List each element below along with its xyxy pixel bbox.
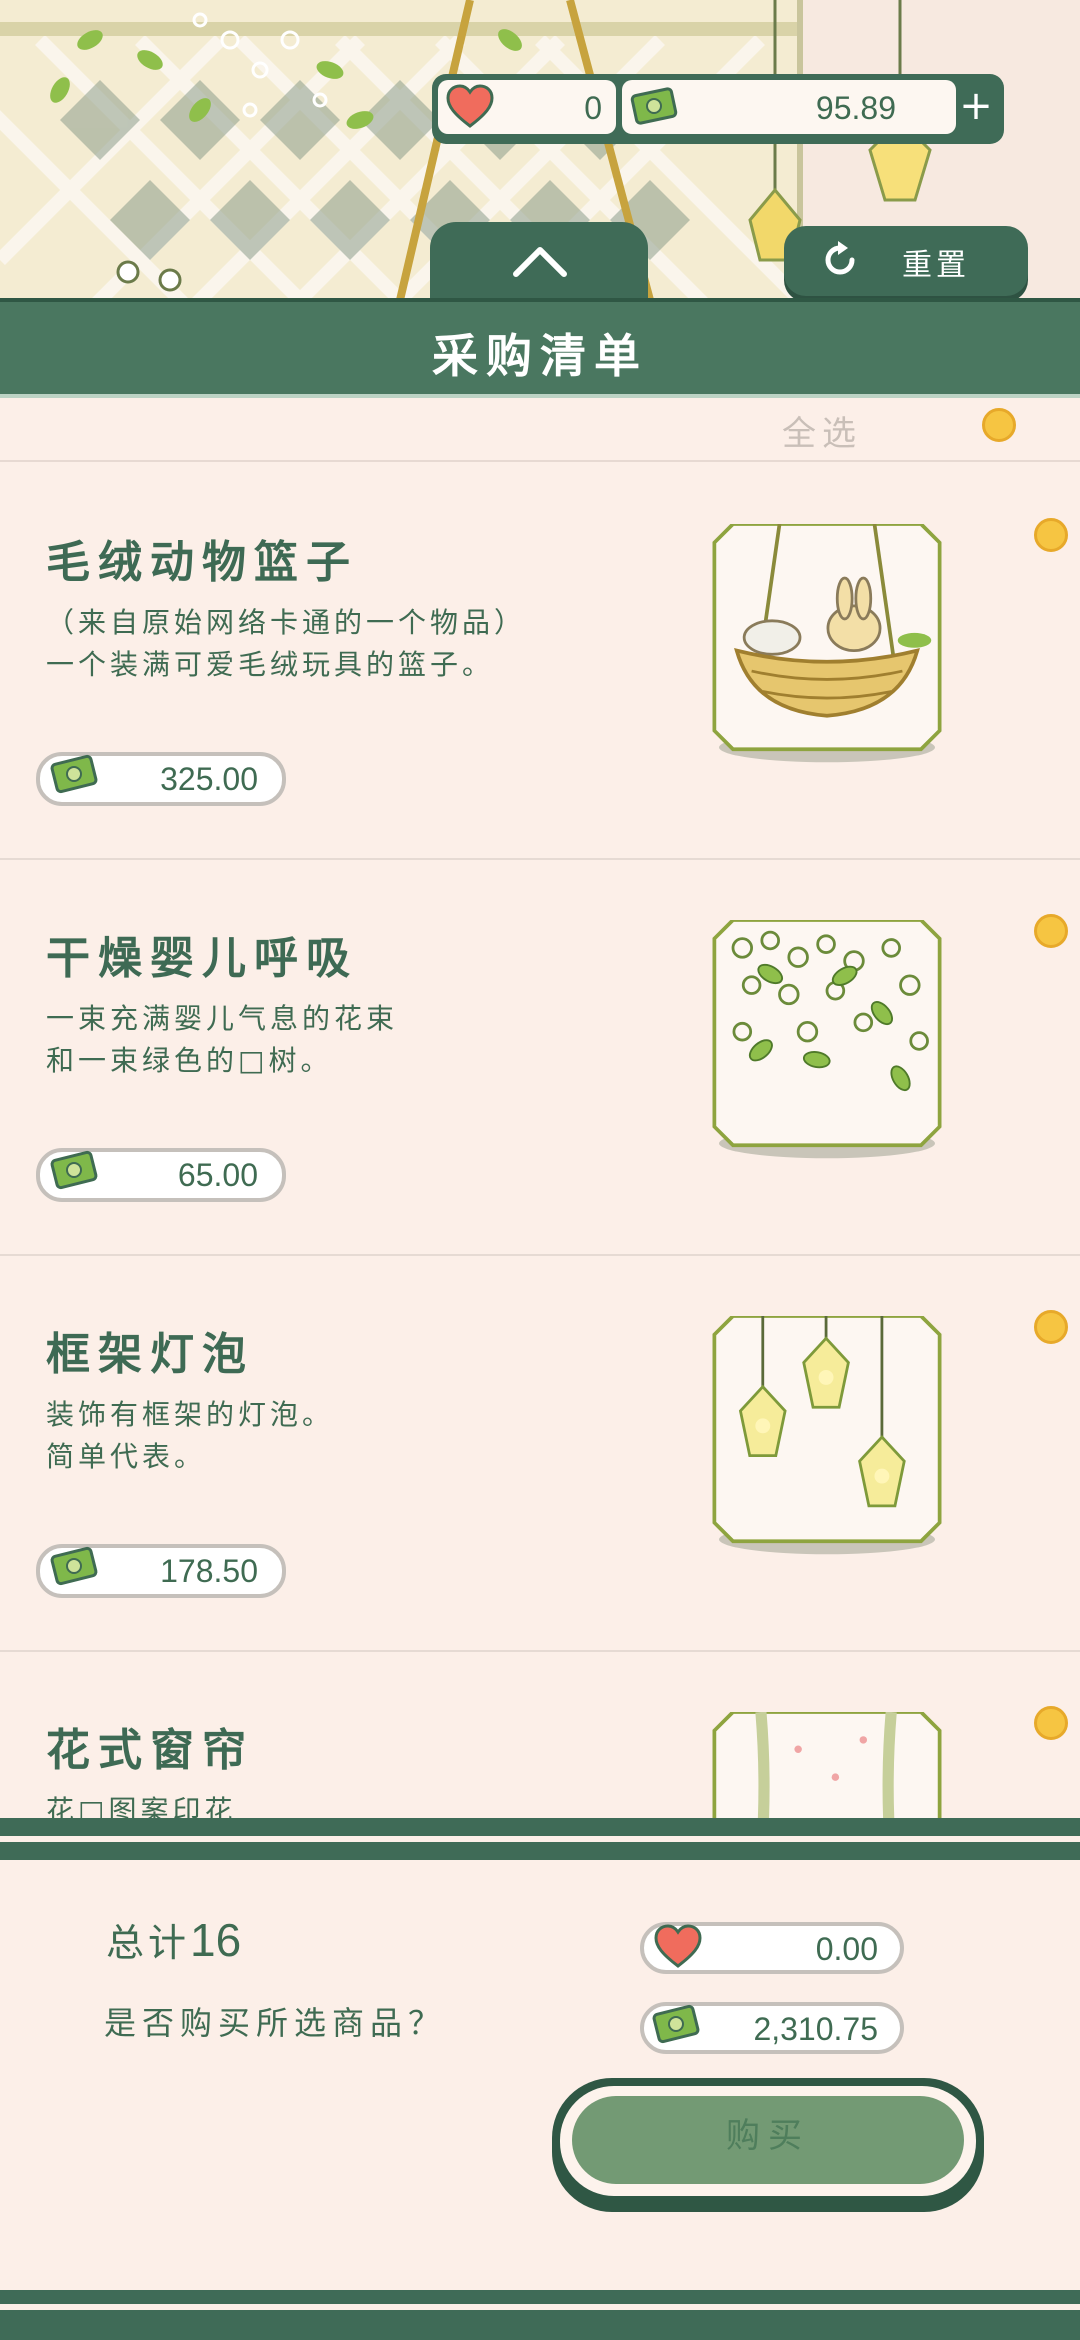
cash-icon	[50, 1546, 98, 1586]
cash-icon	[50, 1150, 98, 1190]
curtain-icon	[712, 1712, 942, 1818]
shopping-list[interactable]: 毛绒动物篮子 （来自原始网络卡通的一个物品） 一个装满可爱毛绒玩具的篮子。 32…	[0, 462, 1080, 1818]
heart-icon	[654, 1924, 702, 1968]
item-desc-line: 花□图案印花	[46, 1794, 237, 1818]
heart-cost-value: 0.00	[815, 1931, 878, 1967]
item-name: 干燥婴儿呼吸	[46, 933, 358, 984]
total-label: 总计	[106, 1921, 191, 1965]
item-desc-line: 一束充满婴儿气息的花束	[46, 1002, 399, 1035]
select-all-toggle[interactable]	[982, 408, 1016, 442]
item-select-toggle[interactable]	[1034, 914, 1068, 948]
item-description: 一束充满婴儿气息的花束 和一束绿色的□树。	[46, 998, 398, 1082]
currency-bar: 0 95.89 +	[432, 74, 1004, 144]
item-select-toggle[interactable]	[1034, 1310, 1068, 1344]
chevron-up-icon	[513, 247, 567, 277]
total-count: 总计16	[106, 1912, 241, 1967]
footer-divider	[0, 1818, 1080, 1860]
frame-bulb-icon	[712, 1316, 942, 1555]
item-description: （来自原始网络卡通的一个物品） 一个装满可爱毛绒玩具的篮子。	[46, 602, 526, 686]
list-item[interactable]: 毛绒动物篮子 （来自原始网络卡通的一个物品） 一个装满可爱毛绒玩具的篮子。 32…	[0, 462, 1080, 860]
add-cash-button[interactable]: +	[952, 80, 1000, 134]
buy-label: 购买	[726, 2116, 810, 2156]
item-desc-line: 和一束绿色的□树。	[46, 1044, 333, 1077]
panel-header: 采购清单	[0, 298, 1080, 398]
checkout-panel: 总计16 是否购买所选商品？ 0.00 2,310.75 购买	[0, 1860, 1080, 2290]
item-price: 178.50	[36, 1544, 286, 1598]
item-desc-line: （来自原始网络卡通的一个物品）	[46, 606, 527, 639]
purchase-question: 是否购买所选商品？	[104, 2004, 447, 2042]
item-select-toggle[interactable]	[1034, 518, 1068, 552]
item-name: 花式窗帘	[46, 1725, 254, 1776]
item-desc-line: 简单代表。	[46, 1440, 207, 1473]
heart-cost: 0.00	[640, 1922, 904, 1974]
page-title: 采购清单	[432, 329, 648, 383]
item-description: 装饰有框架的灯泡。 简单代表。	[46, 1394, 334, 1478]
item-price: 325.00	[36, 752, 286, 806]
item-price: 65.00	[36, 1148, 286, 1202]
total-number: 16	[190, 1914, 242, 1966]
cash-icon	[50, 754, 98, 794]
heart-icon	[446, 84, 494, 128]
cash-icon	[652, 2004, 700, 2044]
footer-divider-stripe	[0, 1836, 1080, 1842]
cash-value: 95.89	[815, 90, 896, 126]
bottom-bar	[0, 2290, 1080, 2340]
item-select-toggle[interactable]	[1034, 1706, 1068, 1740]
list-item[interactable]: 干燥婴儿呼吸 一束充满婴儿气息的花束 和一束绿色的□树。 65.00	[0, 858, 1080, 1256]
list-item[interactable]: 框架灯泡 装饰有框架的灯泡。 简单代表。 178.50	[0, 1254, 1080, 1652]
list-item[interactable]: 花式窗帘 花□图案印花	[0, 1650, 1080, 1818]
cash-icon	[630, 87, 678, 125]
cash-counter: 95.89	[622, 80, 956, 134]
item-price-value: 65.00	[177, 1157, 258, 1193]
bottom-bar-stripe	[0, 2304, 1080, 2310]
item-price-value: 325.00	[160, 761, 258, 797]
buy-button[interactable]: 购买	[552, 2078, 984, 2212]
plush-basket-icon	[712, 524, 942, 763]
reset-label: 重置	[902, 248, 970, 283]
select-all-row[interactable]: 全选	[0, 396, 1080, 462]
reset-button[interactable]: 重置	[784, 226, 1028, 296]
cash-cost-value: 2,310.75	[753, 2011, 878, 2047]
item-desc-line: 装饰有框架的灯泡。	[46, 1398, 335, 1431]
item-desc-line: 一个装满可爱毛绒玩具的篮子。	[46, 648, 495, 681]
hearts-value: 0	[584, 90, 602, 126]
item-name: 毛绒动物篮子	[46, 537, 358, 588]
item-name: 框架灯泡	[46, 1329, 254, 1380]
select-all-label: 全选	[782, 414, 862, 454]
babys-breath-icon	[712, 920, 942, 1159]
cash-cost: 2,310.75	[640, 2002, 904, 2054]
hearts-counter: 0	[438, 80, 616, 134]
collapse-panel-button[interactable]	[430, 222, 648, 302]
refresh-icon	[825, 241, 855, 275]
item-price-value: 178.50	[160, 1553, 258, 1589]
item-description: 花□图案印花	[46, 1790, 236, 1818]
